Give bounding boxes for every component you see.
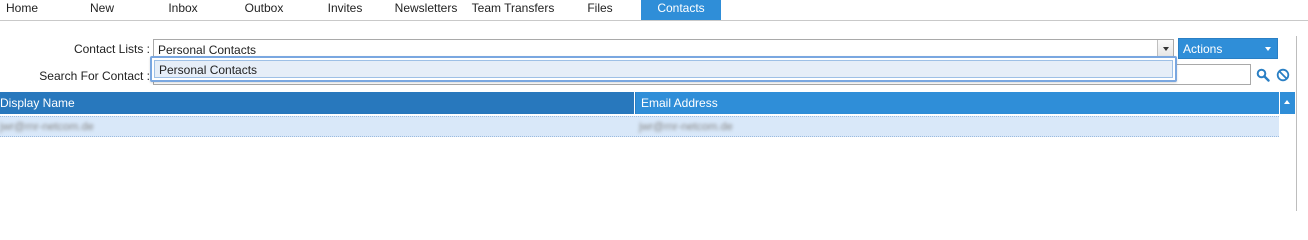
contacts-grid-header: Display Name Email Address: [0, 92, 1279, 114]
column-display-name[interactable]: Display Name: [0, 92, 635, 114]
clear-search-icon[interactable]: [1276, 68, 1290, 82]
tab-newsletters[interactable]: Newsletters: [392, 0, 460, 20]
search-icon[interactable]: [1256, 68, 1270, 82]
column-email-address[interactable]: Email Address: [636, 92, 1279, 114]
cell-display-name: jwr@rnr-netcom.de: [0, 121, 94, 133]
table-row[interactable]: jwr@rnr-netcom.de jwr@rnr-netcom.de: [0, 116, 1279, 137]
top-nav: Home New Inbox Outbox Invites Newsletter…: [0, 0, 1308, 21]
contact-lists-value: Personal Contacts: [158, 43, 257, 57]
tab-inbox[interactable]: Inbox: [160, 0, 206, 20]
contact-lists-label: Contact Lists :: [73, 42, 150, 56]
actions-label: Actions: [1183, 42, 1223, 56]
chevron-down-icon: [1265, 47, 1271, 51]
chevron-down-icon: [1163, 47, 1169, 51]
tab-home[interactable]: Home: [0, 0, 44, 20]
tab-contacts[interactable]: Contacts: [641, 0, 721, 20]
tab-team-transfers[interactable]: Team Transfers: [470, 0, 556, 20]
vertical-scrollbar[interactable]: [1296, 36, 1308, 211]
tab-invites[interactable]: Invites: [320, 0, 370, 20]
dropdown-option-label: Personal Contacts: [159, 63, 258, 77]
dropdown-option-personal-contacts[interactable]: Personal Contacts: [154, 60, 1173, 78]
chevron-up-icon: [1284, 100, 1290, 104]
tab-files[interactable]: Files: [576, 0, 624, 20]
sort-toggle-button[interactable]: [1279, 92, 1295, 114]
tab-new[interactable]: New: [78, 0, 126, 20]
contact-lists-dropdown: Personal Contacts: [150, 56, 1177, 82]
tab-outbox[interactable]: Outbox: [238, 0, 290, 20]
cell-email-address: jwr@rnr-netcom.de: [639, 121, 733, 133]
actions-button[interactable]: Actions: [1178, 38, 1278, 59]
search-contact-label: Search For Contact :: [39, 69, 150, 83]
